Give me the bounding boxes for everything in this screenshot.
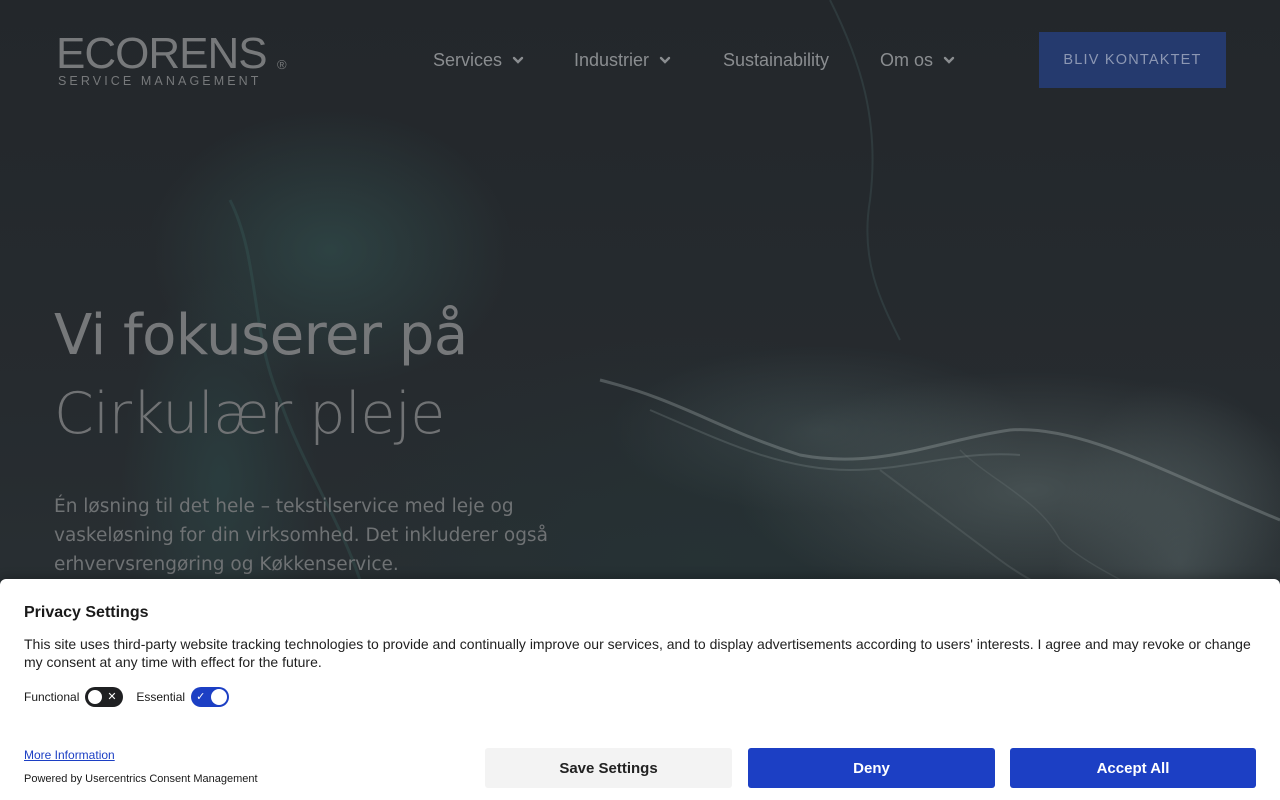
consent-text: This site uses third-party website track…: [24, 636, 1251, 670]
consent-toggles: Functional ✕ Essential ✓: [24, 686, 242, 708]
nav-item-services[interactable]: Services: [433, 48, 524, 72]
nav-item-industrier[interactable]: Industrier: [574, 48, 671, 72]
nav-item-label: Om os: [880, 49, 934, 70]
essential-toggle-label: Essential: [136, 690, 186, 704]
chevron-down-icon: [659, 56, 671, 64]
more-information-link[interactable]: More Information: [24, 748, 115, 762]
essential-toggle: ✓: [191, 687, 230, 707]
nav-item-label: Sustainability: [723, 49, 830, 70]
chevron-down-icon: [943, 56, 955, 64]
nav-item-label: Services: [433, 49, 503, 70]
hero-title-line2: Cirkulær pleje: [54, 381, 445, 447]
nav-item-sustainability[interactable]: Sustainability: [723, 48, 829, 72]
contact-cta-button[interactable]: BLIV KONTAKTET: [1039, 32, 1226, 88]
toggle-knob: [87, 689, 104, 705]
hero-description: Én løsning til det hele – tekstilservice…: [54, 496, 548, 575]
powered-by-text: Powered by Usercentrics Consent Manageme…: [24, 773, 258, 785]
functional-toggle[interactable]: ✕: [85, 687, 124, 707]
privacy-consent-banner: Privacy Settings This site uses third-pa…: [0, 579, 1280, 800]
chevron-down-icon: [512, 56, 524, 64]
functional-toggle-label: Functional: [24, 690, 80, 704]
hero-title-line1: Vi fokuserer på: [54, 303, 468, 368]
consent-title: Privacy Settings: [24, 604, 149, 621]
toggle-knob: [211, 689, 228, 705]
accept-all-button[interactable]: Accept All: [1010, 748, 1256, 788]
nav-item-om-os[interactable]: Om os: [880, 48, 955, 72]
check-icon: ✓: [196, 691, 206, 703]
logo-tagline: SERVICE MANAGEMENT: [58, 74, 262, 88]
nav-item-label: Industrier: [574, 49, 650, 70]
deny-button[interactable]: Deny: [748, 748, 995, 788]
close-icon: ✕: [107, 691, 117, 703]
save-settings-button[interactable]: Save Settings: [485, 748, 732, 788]
